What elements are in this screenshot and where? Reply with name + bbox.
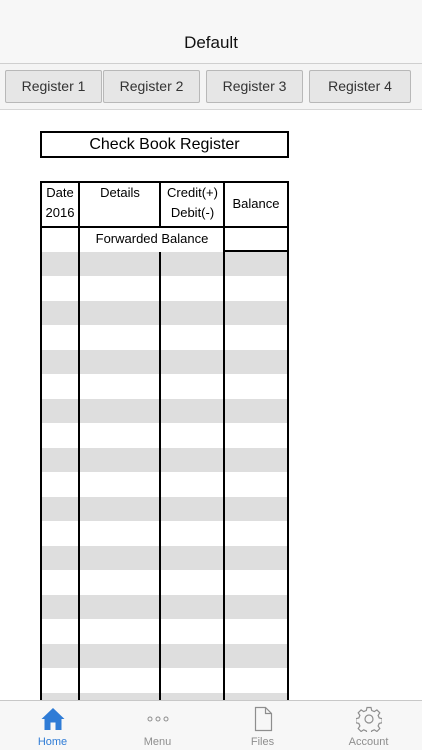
register-content: Check Book Register Date 2016 Details Cr…	[0, 110, 422, 700]
tabbar-home-label: Home	[37, 736, 68, 748]
tabbar-account-label: Account	[348, 736, 389, 748]
gear-icon	[315, 706, 422, 732]
navigation-bar: Default	[0, 0, 422, 64]
tab-register-3[interactable]: Register 3	[206, 70, 303, 103]
credit-column-divider-top	[223, 181, 225, 227]
details-column-divider	[159, 252, 161, 700]
more-dots-icon	[105, 706, 210, 732]
date-column-divider	[78, 227, 80, 700]
register-tabs: Register 1 Register 2 Register 3 Registe…	[0, 64, 422, 110]
header-details: Details	[100, 185, 140, 200]
table-left-border	[40, 181, 42, 700]
header-date: Date	[46, 185, 74, 200]
register-table: Date 2016 Details Credit(+) Debit(-) Bal…	[40, 181, 289, 700]
details-column-divider-top	[159, 181, 161, 227]
forwarded-balance-bottom-border	[224, 250, 289, 252]
header-date-year: 2016	[45, 205, 75, 220]
register-title: Check Book Register	[40, 131, 289, 158]
tab-register-4[interactable]: Register 4	[309, 70, 411, 103]
tabbar-account[interactable]: Account	[315, 701, 422, 750]
page-title: Default	[184, 33, 238, 52]
tabbar-menu[interactable]: Menu	[105, 701, 210, 750]
bottom-tab-bar: Home Menu Files Account	[0, 700, 422, 750]
header-balance: Balance	[232, 196, 280, 211]
tabbar-files[interactable]: Files	[210, 701, 315, 750]
file-icon	[210, 706, 315, 732]
credit-column-divider	[223, 227, 225, 700]
tab-register-1[interactable]: Register 1	[5, 70, 102, 103]
forwarded-balance-label: Forwarded Balance	[95, 231, 209, 246]
forwarded-balance-input[interactable]	[226, 229, 287, 251]
header-credit: Credit(+)	[167, 185, 218, 200]
header-debit: Debit(-)	[170, 205, 215, 220]
home-icon	[0, 706, 105, 732]
table-right-border	[287, 181, 289, 700]
tabbar-files-label: Files	[250, 736, 275, 748]
tabbar-menu-label: Menu	[143, 736, 172, 748]
tabbar-home[interactable]: Home	[0, 701, 105, 750]
tab-register-2[interactable]: Register 2	[103, 70, 200, 103]
